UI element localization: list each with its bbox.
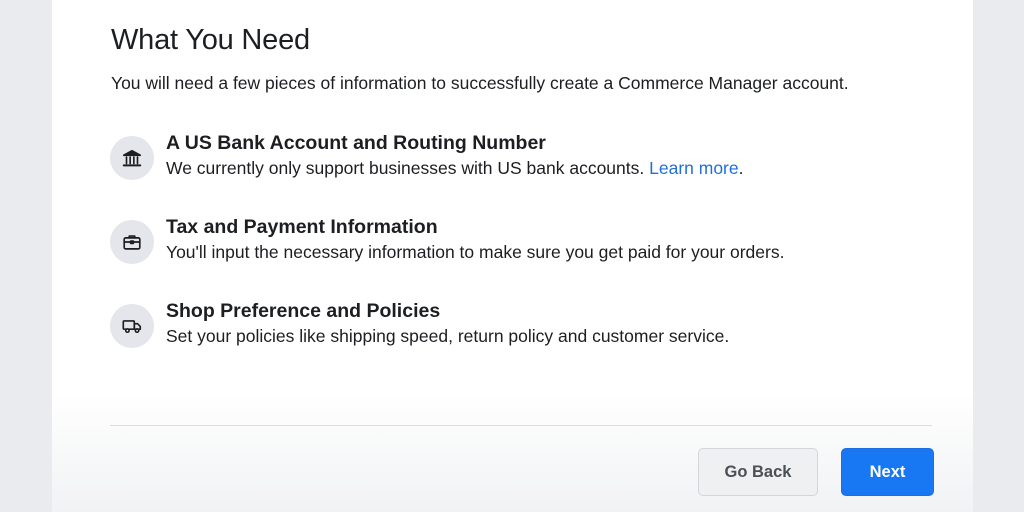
requirement-tax-payment: Tax and Payment Information You'll input… [110,216,950,272]
dialog: What You Need You will need a few pieces… [52,0,973,512]
briefcase-icon [110,220,154,264]
bank-icon [110,136,154,180]
link-suffix: . [738,158,744,178]
bottom-fade [52,392,973,512]
requirement-bank-account: A US Bank Account and Routing Number We … [110,132,950,188]
requirement-title: Tax and Payment Information [166,216,438,238]
requirement-description: Set your policies like shipping speed, r… [166,326,730,346]
requirement-description: You'll input the necessary information t… [166,242,785,262]
truck-icon [110,304,154,348]
learn-more-link[interactable]: Learn more [649,158,739,178]
requirement-shop-policies: Shop Preference and Policies Set your po… [110,300,950,356]
requirement-title: A US Bank Account and Routing Number [166,132,546,154]
requirement-description: We currently only support businesses wit… [166,158,744,179]
requirement-title: Shop Preference and Policies [166,300,441,322]
requirement-description-text: We currently only support businesses wit… [166,158,645,178]
footer-divider [110,425,932,426]
go-back-button[interactable]: Go Back [698,448,818,496]
page-title: What You Need [111,24,310,56]
next-button[interactable]: Next [841,448,934,496]
intro-text: You will need a few pieces of informatio… [111,73,849,93]
